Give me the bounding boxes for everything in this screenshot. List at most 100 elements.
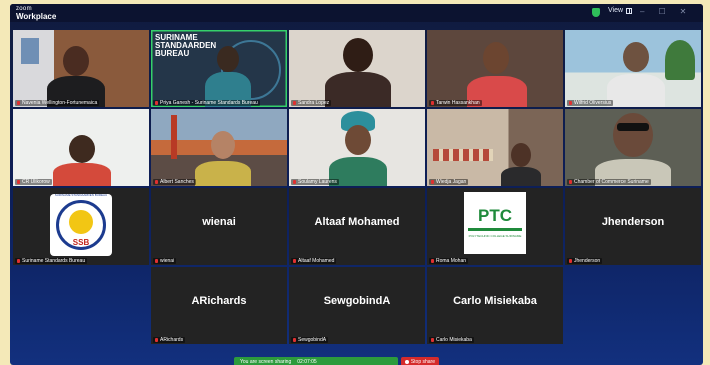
video-tile-row1-2[interactable]: SURINAME STANDAARDEN BUREAU Priya Ganesh… <box>151 30 287 107</box>
participant-name: Suriname Standards Bureau <box>22 258 86 264</box>
participant-name-tag: Soulamy Laurens <box>291 179 339 185</box>
participant-name: Jhenderson <box>574 258 601 264</box>
participant-display-name: wienai <box>202 216 236 228</box>
ptc-logo-subtitle: POLYTECHNIC COLLEGE SURINAME <box>468 234 522 238</box>
stop-icon <box>404 360 409 364</box>
participant-head <box>345 125 371 155</box>
maximize-icon[interactable]: ☐ <box>658 7 665 16</box>
participant-name: wienai <box>160 258 175 264</box>
participant-name-tag: Wilfrid Oliversius <box>567 100 614 106</box>
muted-mic-icon <box>155 101 158 105</box>
participant-display-name: SewgobindA <box>323 295 391 307</box>
muted-mic-icon <box>293 101 296 105</box>
brand-workplace: Workplace <box>16 12 57 21</box>
participant-name-tag: wienai <box>153 258 177 264</box>
participant-name-tag: Navenia Wellington-Fortunemaica <box>15 100 100 106</box>
muted-mic-icon <box>431 338 434 342</box>
participant-name: Wilfrid Oliversius <box>574 100 612 106</box>
muted-mic-icon <box>17 180 20 184</box>
participant-name-tag: Roma Mohan <box>429 258 469 264</box>
participant-name: Altaaf Mohamed <box>298 258 335 264</box>
video-tile-row3-1[interactable]: SURINAME STANDAARDEN BUREAU SSB Suriname… <box>13 188 149 265</box>
share-timer: 02:07:05 <box>297 359 317 365</box>
sunglasses <box>617 123 649 131</box>
title-bar: zoom Workplace View – ☐ ✕ <box>10 4 703 22</box>
participant-body <box>607 74 665 107</box>
zoom-meeting-window: zoom Workplace View – ☐ ✕ Navenia Wellin… <box>10 4 703 365</box>
video-tile-row1-1[interactable]: Navenia Wellington-Fortunemaica <box>13 30 149 107</box>
participant-name-tag: Wiedja Jagan <box>429 179 469 185</box>
participant-display-name: ARichards <box>191 295 247 307</box>
ssb-logo-text: SURINAME STANDAARDEN BUREAU <box>54 193 108 197</box>
minimize-icon[interactable]: – <box>640 7 644 16</box>
participant-head <box>511 143 531 167</box>
participant-display-name: Carlo Misiekaba <box>453 295 537 307</box>
participant-display-name: Jhenderson <box>601 216 665 228</box>
participant-name: Sandra Lopez <box>298 100 330 106</box>
participant-head <box>483 42 509 74</box>
participant-name: Carlo Misiekaba <box>436 337 472 343</box>
stop-share-button[interactable]: Stop share <box>400 357 439 365</box>
video-tile-row1-5[interactable]: Wilfrid Oliversius <box>565 30 701 107</box>
share-status-pill[interactable]: You are screen sharing 02:07:05 <box>234 357 398 365</box>
participant-name-tag: Carlo Misiekaba <box>429 337 474 343</box>
participant-body <box>195 161 251 186</box>
banner-text: SURINAME STANDAARDEN BUREAU <box>155 34 216 58</box>
ptc-logo-text: PTC <box>478 206 512 225</box>
participant-name-tag: Jhenderson <box>567 258 603 264</box>
video-tile-row2-4[interactable]: Wiedja Jagan <box>427 109 563 186</box>
muted-mic-icon <box>155 180 158 184</box>
participant-name-tag: Albert Sanches <box>153 179 196 185</box>
video-tile-row3-3[interactable]: Altaaf Mohamed Altaaf Mohamed <box>289 188 425 265</box>
ssb-logo: SURINAME STANDAARDEN BUREAU SSB <box>50 193 112 256</box>
participant-name: Wiedja Jagan <box>436 179 467 185</box>
video-tile-row4-1[interactable]: ARichards ARichards <box>151 267 287 344</box>
participant-name: Chamber of Commerce Suriname <box>574 179 649 185</box>
participant-name: Priya Ganesh - Suriname Standards Bureau <box>160 100 258 106</box>
participant-name-tag: Altaaf Mohamed <box>291 258 337 264</box>
ssb-logo-initials: SSB <box>72 238 90 247</box>
participant-head <box>613 113 653 157</box>
muted-mic-icon <box>155 338 158 342</box>
stop-share-label: Stop share <box>410 359 435 365</box>
video-tile-row4-3[interactable]: Carlo Misiekaba Carlo Misiekaba <box>427 267 563 344</box>
video-tile-row2-1[interactable]: CR Ulikorow <box>13 109 149 186</box>
close-icon[interactable]: ✕ <box>680 7 687 16</box>
office-background <box>427 109 563 186</box>
video-tile-row1-3[interactable]: Sandra Lopez <box>289 30 425 107</box>
video-tile-row2-2[interactable]: Albert Sanches <box>151 109 287 186</box>
video-tile-row1-4[interactable]: Tarwin Hassankhan <box>427 30 563 107</box>
video-tile-row3-4[interactable]: PTC POLYTECHNIC COLLEGE SURINAME Roma Mo… <box>427 188 563 265</box>
participant-name: ARichards <box>160 337 184 343</box>
ssb-logo-sun <box>69 210 93 234</box>
participant-body <box>325 72 391 107</box>
participant-head <box>343 38 373 72</box>
encryption-shield-icon[interactable] <box>592 8 600 17</box>
participant-name-tag: SewgobindA <box>291 337 329 343</box>
participant-head <box>69 135 95 163</box>
participant-head <box>63 46 89 76</box>
video-tile-row4-2[interactable]: SewgobindA SewgobindA <box>289 267 425 344</box>
wall-picture <box>21 38 39 64</box>
screenshot-frame: zoom Workplace View – ☐ ✕ Navenia Wellin… <box>0 0 710 365</box>
participant-name: CR Ulikorow <box>22 179 50 185</box>
view-button[interactable]: View <box>608 7 633 14</box>
muted-mic-icon <box>17 259 20 263</box>
video-tile-row3-2[interactable]: wienai wienai <box>151 188 287 265</box>
muted-mic-icon <box>17 101 20 105</box>
shelf-items <box>433 149 493 161</box>
participant-display-name: Altaaf Mohamed <box>314 216 400 228</box>
muted-mic-icon <box>293 338 296 342</box>
screen-share-bar: You are screen sharing 02:07:05 Stop sha… <box>234 357 439 365</box>
ptc-logo-line <box>468 228 522 231</box>
participant-name-tag: Priya Ganesh - Suriname Standards Bureau <box>153 100 260 106</box>
participant-name-tag: CR Ulikorow <box>15 179 52 185</box>
participant-name: Navenia Wellington-Fortunemaica <box>22 100 98 106</box>
participant-name: Soulamy Laurens <box>298 179 337 185</box>
video-tile-row3-5[interactable]: Jhenderson Jhenderson <box>565 188 701 265</box>
video-tile-row2-3[interactable]: Soulamy Laurens <box>289 109 425 186</box>
participant-name-tag: Suriname Standards Bureau <box>15 258 88 264</box>
video-tile-row2-5[interactable]: Chamber of Commerce Suriname <box>565 109 701 186</box>
muted-mic-icon <box>569 180 572 184</box>
muted-mic-icon <box>155 259 158 263</box>
